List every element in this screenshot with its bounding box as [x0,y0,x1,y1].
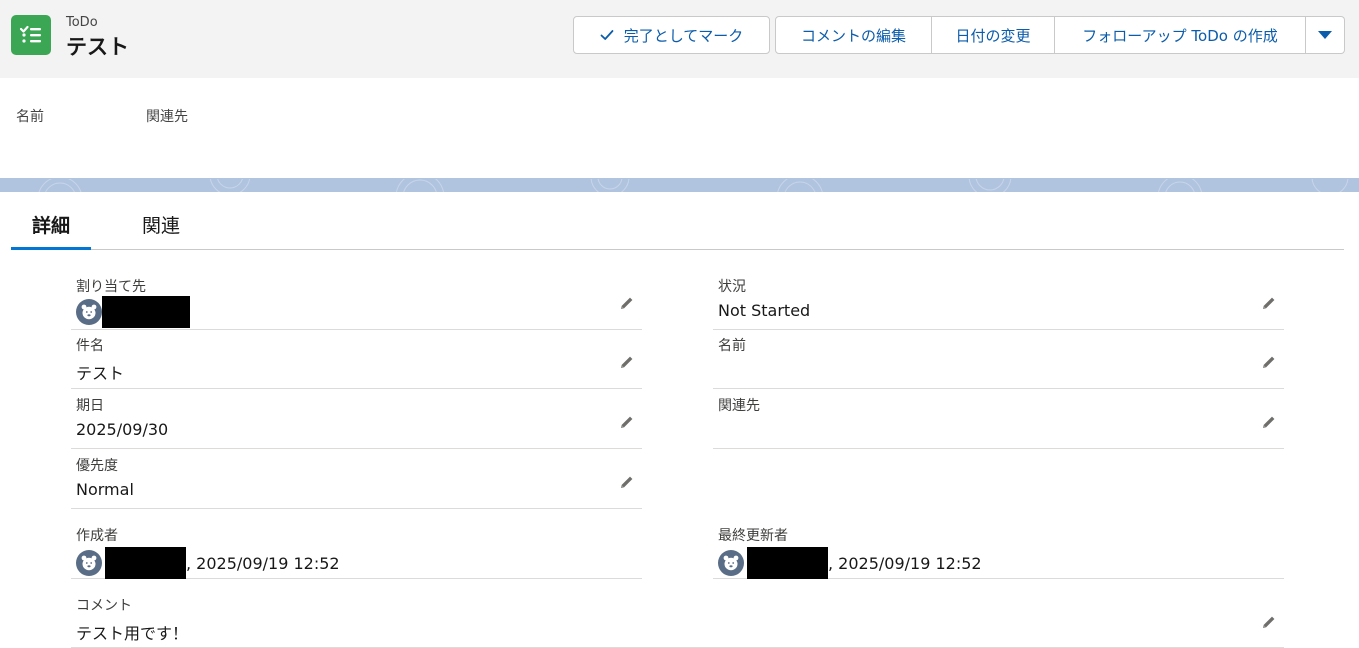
field-value: テスト用です！ [76,624,189,643]
edit-comment-button[interactable]: コメントの編集 [775,16,932,54]
field-last-modified-by: 最終更新者 , 2025/09/19 12:52 [713,519,1284,579]
user-avatar-icon[interactable] [76,299,102,325]
edit-pencil-icon[interactable] [618,294,636,312]
edit-pencil-icon[interactable] [1260,353,1278,371]
field-value: テスト [76,364,125,383]
more-actions-button[interactable] [1306,16,1345,54]
active-tab-indicator [11,247,91,250]
redacted-user-name[interactable] [105,547,186,579]
chevron-down-icon [1318,30,1332,39]
highlight-name-label: 名前 [16,109,44,125]
field-due-date: 期日 2025/09/30 [71,389,642,449]
tab-related[interactable]: 関連 [142,211,180,238]
decorative-banner [0,178,1359,192]
mark-complete-label: 完了としてマーク [623,26,744,45]
field-label: 名前 [718,338,746,354]
field-related-to: 関連先 [713,389,1284,449]
create-followup-task-button[interactable]: フォローアップ ToDo の作成 [1055,16,1306,54]
redacted-user-name[interactable] [102,296,190,328]
redacted-user-name[interactable] [747,547,828,579]
field-assigned-to: 割り当て先 [71,270,642,330]
field-label: 最終更新者 [718,528,788,544]
edit-pencil-icon[interactable] [1260,294,1278,312]
highlight-related-label: 関連先 [146,109,188,125]
field-label: 優先度 [76,458,118,474]
field-value: 2025/09/30 [76,420,169,439]
record-header: ToDo テスト 完了としてマーク コメントの編集 日付の変更 フォローアップ … [0,0,1359,78]
field-label: 期日 [76,398,104,414]
field-label: 関連先 [718,398,760,414]
edit-pencil-icon[interactable] [618,473,636,491]
field-label: 作成者 [76,528,118,544]
field-value [76,296,190,328]
user-avatar-icon[interactable] [718,550,744,576]
modified-date-text: , 2025/09/19 12:52 [828,553,982,573]
field-label: 状況 [718,279,746,295]
edit-pencil-icon[interactable] [1260,413,1278,431]
change-date-button[interactable]: 日付の変更 [932,16,1055,54]
field-priority: 優先度 Normal [71,449,642,509]
tab-details[interactable]: 詳細 [32,211,70,238]
check-icon [600,30,614,40]
edit-pencil-icon[interactable] [618,353,636,371]
field-value: , 2025/09/19 12:52 [718,547,982,579]
field-label: 件名 [76,338,104,354]
object-type-label: ToDo [66,15,98,30]
field-created-by: 作成者 , 2025/09/19 12:52 [71,519,642,579]
action-button-group: コメントの編集 日付の変更 フォローアップ ToDo の作成 [775,16,1345,54]
edit-pencil-icon[interactable] [618,413,636,431]
field-label: 割り当て先 [76,279,146,295]
field-status: 状況 Not Started [713,270,1284,330]
field-subject: 件名 テスト [71,329,642,389]
task-checklist-icon [11,15,51,55]
highlights-panel: 名前 関連先 [0,78,1359,178]
field-name: 名前 [713,329,1284,389]
field-value: , 2025/09/19 12:52 [76,547,340,579]
field-value: Not Started [718,301,811,320]
user-avatar-icon[interactable] [76,550,102,576]
field-label: コメント [76,598,132,614]
field-comment: コメント テスト用です！ [71,589,1284,648]
mark-complete-button[interactable]: 完了としてマーク [573,16,770,54]
created-date-text: , 2025/09/19 12:52 [186,553,340,573]
record-title: テスト [66,35,129,59]
record-tabs: 詳細 関連 [11,192,1344,250]
field-value: Normal [76,480,134,499]
edit-pencil-icon[interactable] [1260,613,1278,631]
